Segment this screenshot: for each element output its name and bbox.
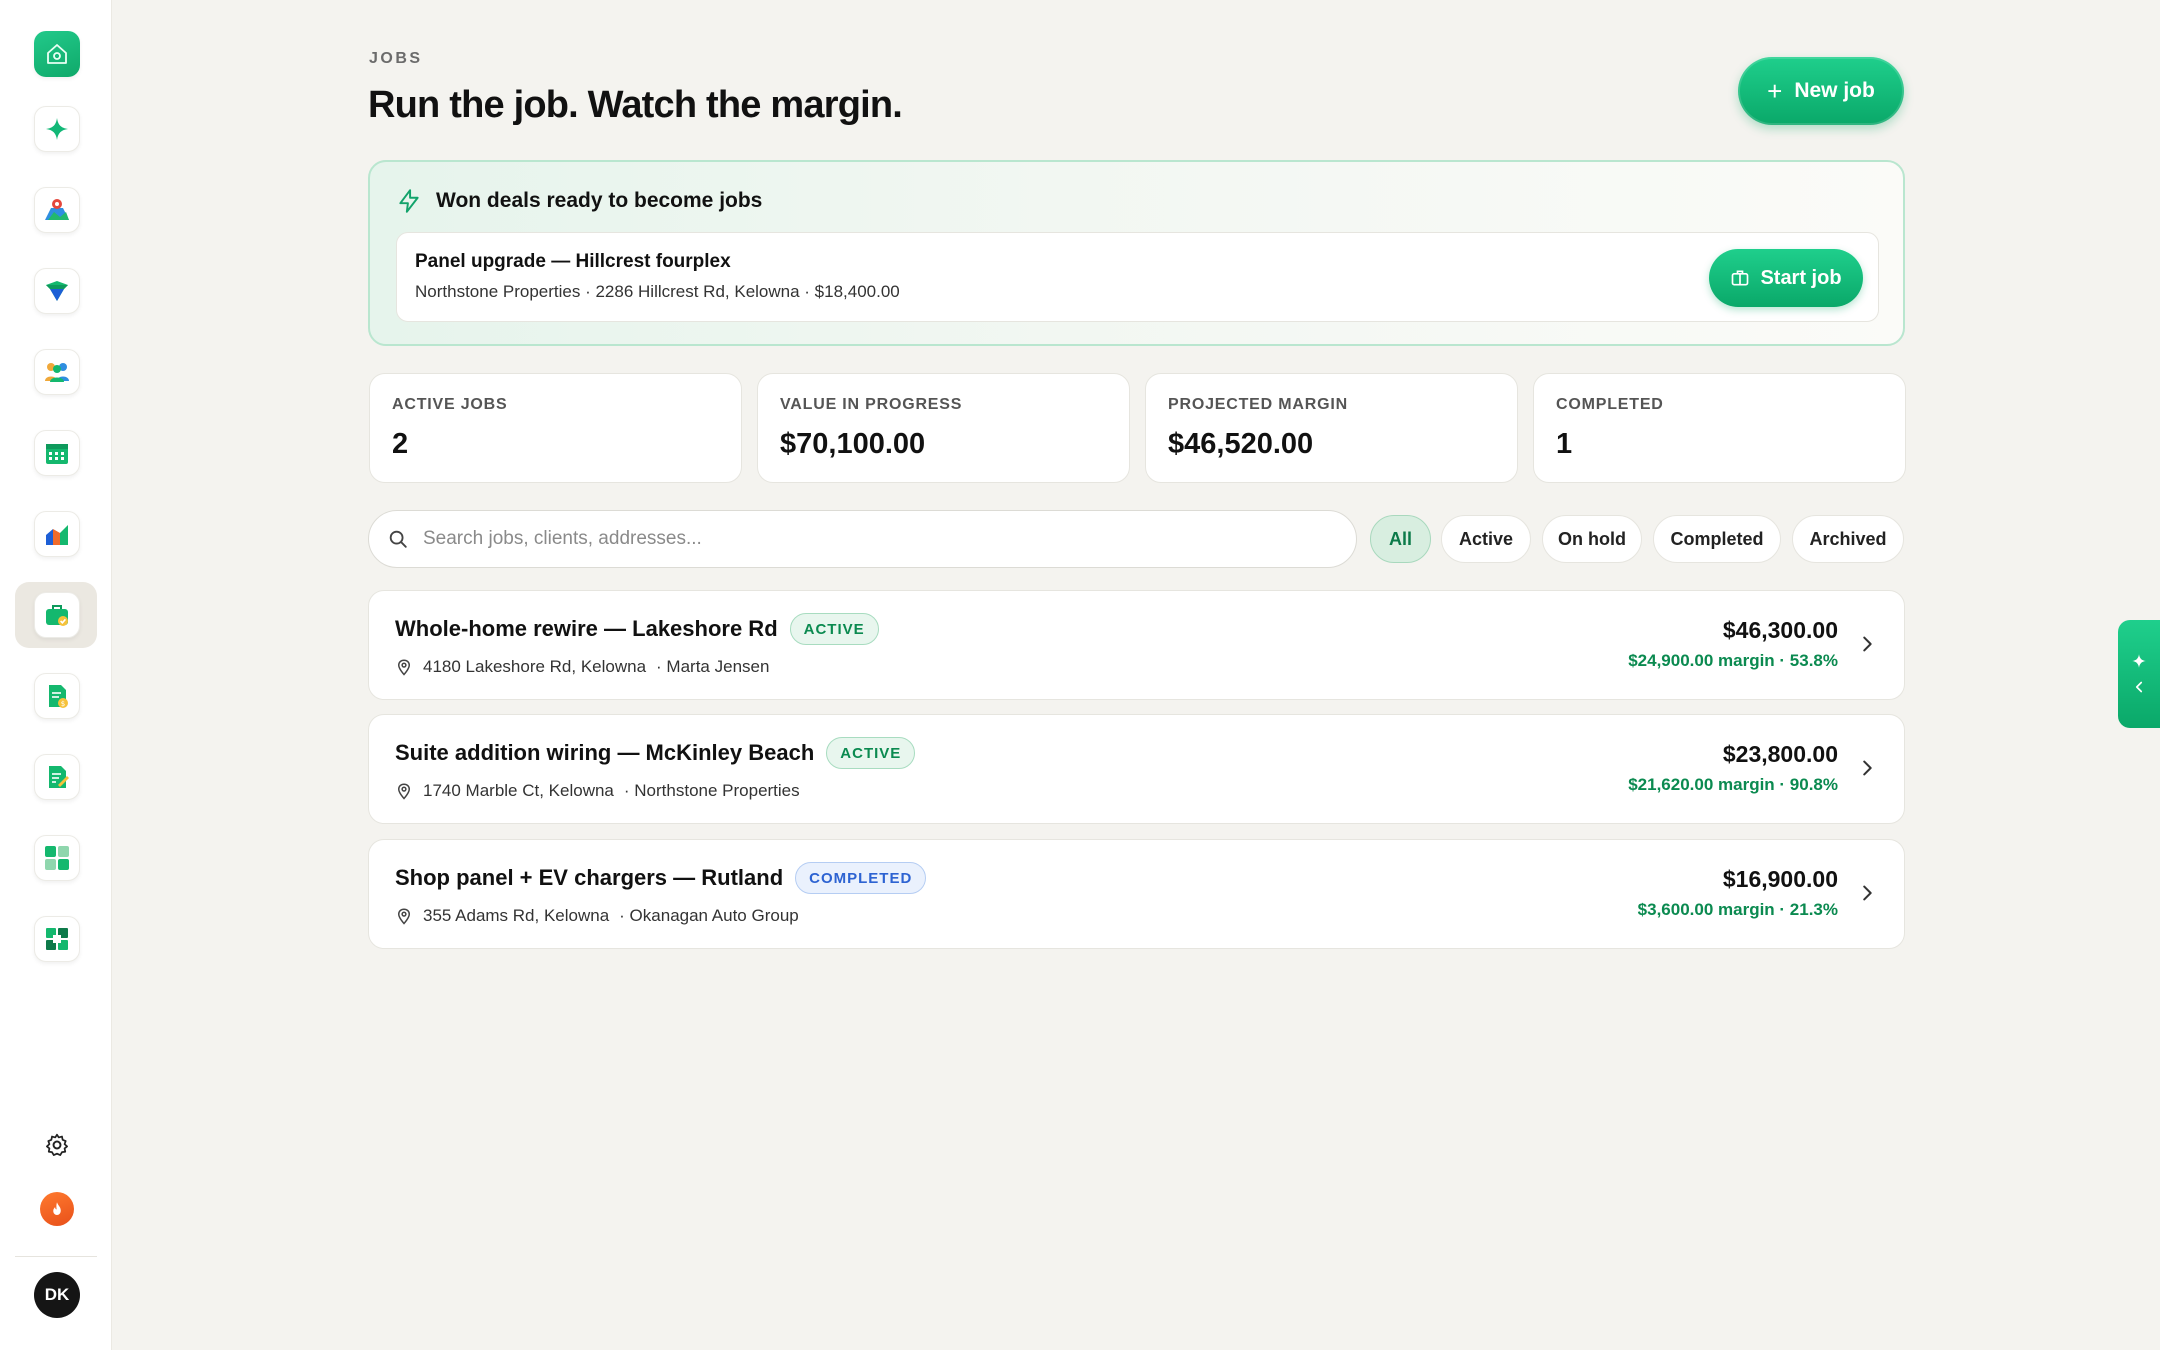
stat-label: COMPLETED: [1556, 396, 1664, 413]
briefcase-icon[interactable]: [34, 592, 80, 638]
plus-icon: +: [1767, 76, 1783, 106]
shield-check-icon[interactable]: [34, 268, 80, 314]
won-deals-header: Won deals ready to become jobs: [396, 188, 762, 214]
chevron-right-icon: [1863, 885, 1872, 901]
chevron-left-icon: [2135, 681, 2143, 693]
job-row[interactable]: Shop panel + EV chargers — Rutland COMPL…: [368, 839, 1905, 949]
job-title: Suite addition wiring — McKinley Beach: [395, 740, 815, 765]
avatar[interactable]: DK: [34, 1272, 80, 1318]
assistant-side-tab[interactable]: [2118, 620, 2160, 728]
filter-chip-all[interactable]: All: [1370, 515, 1431, 563]
job-meta: 355 Adams Rd, Kelowna · Okanagan Auto Gr…: [395, 906, 799, 926]
briefcase-icon: [1732, 270, 1749, 286]
filter-chip-active[interactable]: Active: [1441, 515, 1531, 563]
invoice-icon[interactable]: $: [34, 673, 80, 719]
job-client: · Marta Jensen: [656, 657, 770, 676]
integrations-icon[interactable]: [34, 916, 80, 962]
stat-value: 2: [392, 428, 409, 460]
map-pin-icon[interactable]: [34, 187, 80, 233]
deal-name: Panel upgrade — Hillcrest fourplex: [415, 251, 731, 272]
job-title-wrap: Whole-home rewire — Lakeshore Rd ACTIVE: [395, 613, 879, 645]
job-address: 1740 Marble Ct, Kelowna: [423, 781, 614, 800]
job-margin: $24,900.00 margin · 53.8%: [1628, 651, 1838, 670]
location-pin-icon: [397, 908, 411, 925]
chevron-right-icon: [1863, 760, 1872, 776]
won-deals-panel: Won deals ready to become jobs Panel upg…: [368, 160, 1905, 346]
job-title-wrap: Shop panel + EV chargers — Rutland COMPL…: [395, 862, 927, 894]
filter-chip-archived[interactable]: Archived: [1792, 515, 1904, 563]
sparkle-icon: [2132, 654, 2146, 668]
stat-card-value-in-progress: VALUE IN PROGRESS $70,100.00: [757, 373, 1130, 483]
calendar-icon[interactable]: [34, 430, 80, 476]
stat-value: $70,100.00: [780, 428, 926, 460]
won-deals-title: Won deals ready to become jobs: [436, 189, 763, 212]
stat-label: ACTIVE JOBS: [392, 396, 508, 413]
team-icon[interactable]: [34, 349, 80, 395]
job-title: Shop panel + EV chargers — Rutland: [395, 865, 784, 890]
start-job-button[interactable]: Start job: [1709, 249, 1863, 307]
sidebar: $ DK: [0, 0, 112, 1350]
new-job-label: New job: [1794, 79, 1875, 102]
job-meta: 1740 Marble Ct, Kelowna · Northstone Pro…: [395, 781, 800, 801]
svg-text:$: $: [61, 700, 65, 708]
stat-card-projected-margin: PROJECTED MARGIN $46,520.00: [1145, 373, 1518, 483]
job-row[interactable]: Suite addition wiring — McKinley Beach A…: [368, 714, 1905, 824]
stat-label: VALUE IN PROGRESS: [780, 396, 963, 413]
job-amount: $46,300.00: [1722, 617, 1838, 643]
job-margin: $3,600.00 margin · 21.3%: [1637, 900, 1838, 919]
home-logo-icon[interactable]: [34, 31, 80, 77]
location-pin-icon: [397, 659, 411, 676]
grid-icon[interactable]: [34, 835, 80, 881]
search-input[interactable]: [423, 528, 1356, 550]
start-job-label: Start job: [1760, 266, 1842, 289]
stat-card-active-jobs: ACTIVE JOBS 2: [369, 373, 742, 483]
search-box: [368, 510, 1357, 568]
filter-chip-completed[interactable]: Completed: [1653, 515, 1781, 563]
stat-value: 1: [1556, 428, 1573, 460]
job-row[interactable]: Whole-home rewire — Lakeshore Rd ACTIVE …: [368, 590, 1905, 700]
lightning-icon: [399, 189, 419, 213]
location-pin-icon: [397, 783, 411, 800]
job-title-wrap: Suite addition wiring — McKinley Beach A…: [395, 737, 916, 769]
job-amount: $16,900.00: [1722, 866, 1838, 892]
fire-icon[interactable]: [40, 1192, 74, 1226]
job-margin: $21,620.00 margin · 90.8%: [1628, 775, 1838, 794]
page-eyebrow: JOBS: [369, 50, 423, 67]
job-title: Whole-home rewire — Lakeshore Rd: [395, 616, 778, 641]
page-title: Run the job. Watch the margin.: [368, 84, 903, 126]
document-edit-icon[interactable]: [34, 754, 80, 800]
bar-chart-icon[interactable]: [34, 511, 80, 557]
status-badge: COMPLETED: [795, 862, 927, 894]
job-meta: 4180 Lakeshore Rd, Kelowna · Marta Jense…: [395, 657, 769, 677]
job-address: 355 Adams Rd, Kelowna: [423, 906, 610, 925]
job-address: 4180 Lakeshore Rd, Kelowna: [423, 657, 647, 676]
sparkle-icon[interactable]: [34, 106, 80, 152]
stat-value: $46,520.00: [1168, 428, 1314, 460]
job-client: · Okanagan Auto Group: [619, 906, 799, 925]
filter-chip-on-hold[interactable]: On hold: [1542, 515, 1642, 563]
chevron-right-icon: [1863, 636, 1872, 652]
deal-card: Panel upgrade — Hillcrest fourplex North…: [396, 232, 1879, 322]
search-icon: [389, 530, 407, 548]
stat-card-completed: COMPLETED 1: [1533, 373, 1906, 483]
job-amount: $23,800.00: [1722, 741, 1838, 767]
new-job-button[interactable]: + New job: [1738, 57, 1904, 125]
deal-meta: Northstone Properties · 2286 Hillcrest R…: [415, 282, 900, 301]
gear-icon[interactable]: [40, 1128, 74, 1162]
status-badge: ACTIVE: [789, 613, 879, 645]
status-badge: ACTIVE: [826, 737, 916, 769]
stat-label: PROJECTED MARGIN: [1168, 396, 1348, 413]
sidebar-divider: [15, 1256, 97, 1257]
job-client: · Northstone Properties: [623, 781, 800, 800]
